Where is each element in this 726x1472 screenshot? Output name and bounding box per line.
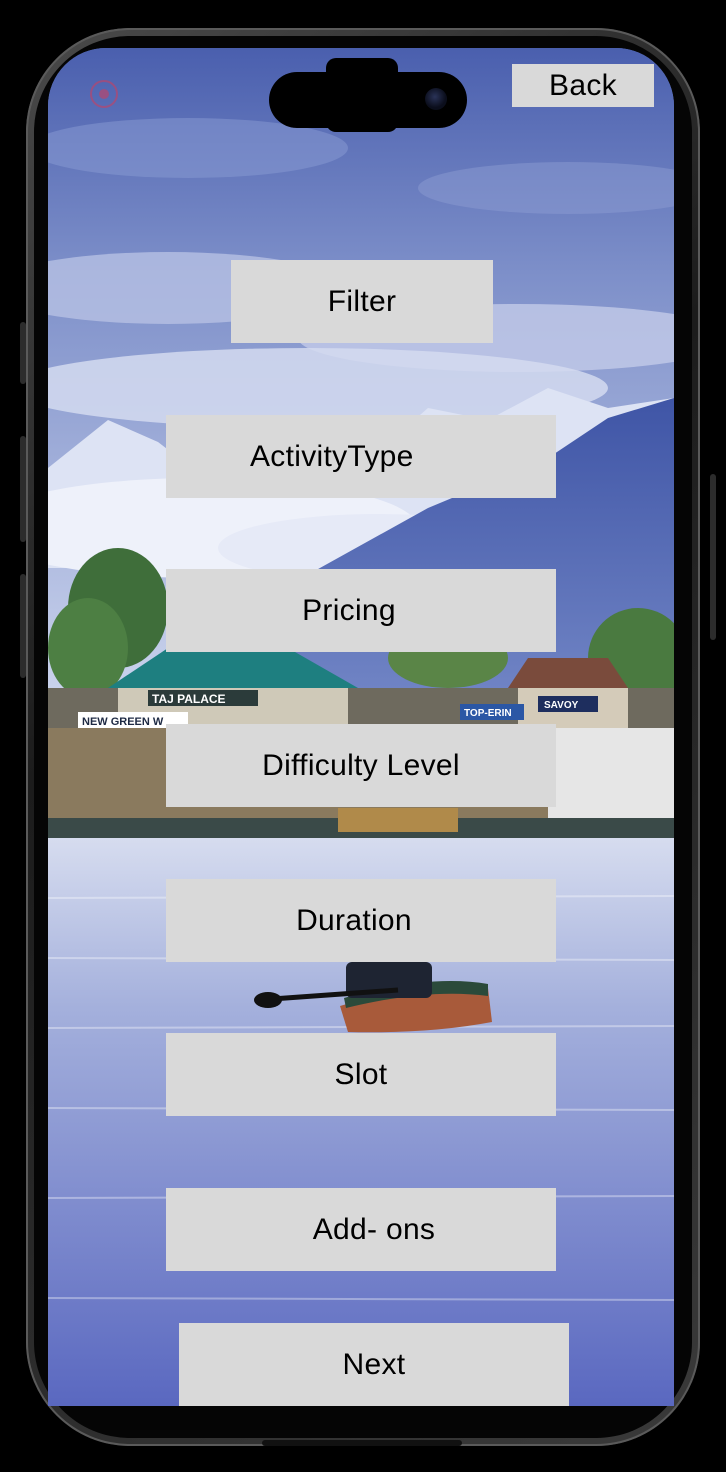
volume-up-button [20, 436, 26, 542]
svg-text:NEW GREEN W: NEW GREEN W [82, 716, 164, 728]
add-ons-button[interactable]: Add- ons [166, 1188, 556, 1271]
pricing-button[interactable]: Pricing [166, 569, 556, 652]
power-button [710, 474, 716, 640]
filter-button[interactable]: Filter [231, 260, 493, 343]
activity-type-button[interactable]: ActivityType [166, 415, 556, 498]
volume-down-button [20, 574, 26, 678]
svg-text:TOP-ERIN: TOP-ERIN [464, 708, 512, 719]
next-button[interactable]: Next [179, 1323, 569, 1406]
svg-text:TAJ PALACE: TAJ PALACE [152, 692, 226, 706]
front-camera-icon [425, 88, 447, 110]
slot-button[interactable]: Slot [166, 1033, 556, 1116]
back-button[interactable]: Back [512, 64, 654, 107]
duration-button[interactable]: Duration [166, 879, 556, 962]
difficulty-level-button[interactable]: Difficulty Level [166, 724, 556, 807]
svg-text:SAVOY: SAVOY [544, 700, 579, 711]
record-dot-icon [90, 80, 118, 108]
silent-switch [20, 322, 26, 384]
home-indicator [262, 1440, 462, 1446]
